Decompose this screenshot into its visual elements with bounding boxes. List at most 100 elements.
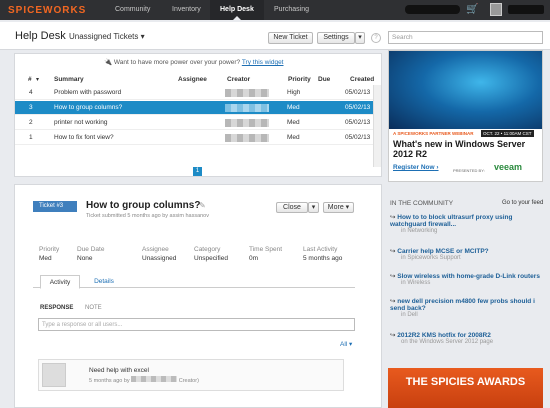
col-header-priority[interactable]: Priority bbox=[288, 76, 311, 83]
cart-icon[interactable]: 🛒 bbox=[466, 4, 478, 15]
settings-button[interactable]: Settings bbox=[317, 32, 355, 44]
row-priority: Med bbox=[287, 104, 300, 111]
spicies-awards-banner[interactable]: THE SPICIES AWARDS bbox=[388, 368, 543, 408]
table-scrollbar[interactable] bbox=[373, 85, 381, 167]
search-input[interactable]: Search bbox=[388, 31, 543, 44]
field-assignee[interactable]: Assignee Unassigned bbox=[142, 246, 176, 262]
help-icon[interactable]: ? bbox=[371, 33, 381, 43]
spiceworks-logo[interactable]: SPICEWORKS bbox=[8, 5, 86, 16]
field-label: Due Date bbox=[77, 246, 105, 253]
community-item-title[interactable]: How to to block ultrasurf proxy using wa… bbox=[390, 214, 512, 228]
field-due-date[interactable]: Due Date None bbox=[77, 246, 104, 262]
tabs-divider bbox=[33, 287, 355, 288]
field-last-activity: Last Activity 5 months ago bbox=[303, 246, 342, 262]
close-dropdown-button[interactable]: ▾ bbox=[308, 202, 319, 213]
row-summary: Problem with password bbox=[54, 89, 122, 96]
edit-pencil-icon[interactable]: ✎ bbox=[199, 201, 206, 210]
field-label: Last Activity bbox=[303, 246, 338, 253]
activity-item: Need help with excel 5 months ago by Cre… bbox=[38, 359, 344, 391]
community-item-title[interactable]: new dell precision m4800 few probs shoul… bbox=[390, 298, 535, 312]
field-label: Time Spent bbox=[249, 246, 282, 253]
note-tab[interactable]: NOTE bbox=[85, 305, 102, 311]
col-header-number[interactable]: # bbox=[28, 76, 32, 83]
close-button[interactable]: Close bbox=[276, 202, 308, 213]
promo-bar: 🔌 Want to have more power over your powe… bbox=[104, 58, 284, 66]
community-item-sub: in Wireless bbox=[401, 280, 431, 286]
community-item[interactable]: ↪ Slow wireless with home-grade D-Link r… bbox=[390, 272, 545, 286]
row-id: 2 bbox=[29, 119, 33, 126]
avatar[interactable] bbox=[490, 3, 502, 16]
reply-arrow-icon: ↪ bbox=[390, 298, 396, 305]
activity-filter[interactable]: All ▾ bbox=[340, 340, 352, 348]
community-item-title[interactable]: Carrier help MCSE or MCITP? bbox=[397, 248, 488, 255]
settings-label: Settings bbox=[323, 34, 349, 41]
reply-arrow-icon: ↪ bbox=[390, 214, 396, 221]
table-row[interactable]: 2 printer not working Med 05/02/13 bbox=[15, 116, 373, 130]
register-now-link[interactable]: Register Now › bbox=[393, 164, 439, 171]
ad-headline: What's new in Windows Server 2012 R2 bbox=[393, 139, 526, 159]
ad-tag: A SPICEWORKS PARTNER WEBINAR bbox=[393, 131, 474, 136]
field-time-spent[interactable]: Time Spent 0m bbox=[249, 246, 282, 262]
field-priority[interactable]: Priority Med bbox=[39, 246, 59, 262]
tab-details[interactable]: Details bbox=[86, 275, 122, 289]
community-title: IN THE COMMUNITY bbox=[390, 200, 454, 207]
promo-link[interactable]: Try this widget bbox=[242, 59, 284, 66]
row-id: 4 bbox=[29, 89, 33, 96]
col-header-assignee[interactable]: Assignee bbox=[178, 76, 207, 83]
tab-activity[interactable]: Activity bbox=[40, 275, 80, 289]
creator-redacted bbox=[225, 104, 269, 112]
activity-meta: 5 months ago by Creator) bbox=[89, 376, 199, 384]
row-id: 3 bbox=[29, 104, 33, 111]
view-selector[interactable]: Unassigned Tickets ▾ bbox=[69, 32, 145, 41]
activity-meta-prefix: 5 months ago by bbox=[89, 378, 130, 384]
community-item-sub: in Spiceworks Support bbox=[401, 255, 461, 261]
chevron-down-icon: ▾ bbox=[140, 32, 145, 41]
field-value: Unspecified bbox=[194, 255, 228, 262]
register-now-label: Register Now bbox=[393, 164, 435, 171]
community-item[interactable]: ↪ 2012R2 KMS hotfix for 2008R2 on the Win… bbox=[390, 331, 545, 345]
webinar-ad[interactable]: A SPICEWORKS PARTNER WEBINAR OCT. 22 • 1… bbox=[388, 50, 543, 182]
pagination-page[interactable]: 1 bbox=[193, 167, 202, 176]
promo-text: Want to have more power over your power? bbox=[113, 59, 241, 66]
more-label: More bbox=[327, 204, 344, 211]
nav-community[interactable]: Community bbox=[105, 0, 160, 20]
go-to-feed-link[interactable]: Go to your feed bbox=[502, 200, 543, 206]
more-button[interactable]: More ▾ bbox=[323, 202, 354, 213]
activity-filter-label: All bbox=[340, 341, 348, 348]
table-row[interactable]: 3 How to group columns? Med 05/02/13 bbox=[15, 101, 373, 115]
field-label: Assignee bbox=[142, 246, 169, 253]
row-priority: Med bbox=[287, 119, 300, 126]
community-item[interactable]: ↪ new dell precision m4800 few probs sho… bbox=[390, 297, 545, 318]
col-header-created[interactable]: Created bbox=[350, 76, 374, 83]
response-input[interactable]: Type a response or all users... bbox=[38, 318, 355, 331]
community-item[interactable]: ↪ Carrier help MCSE or MCITP? in Spicewor… bbox=[390, 247, 545, 261]
col-header-creator[interactable]: Creator bbox=[227, 76, 250, 83]
redacted-scribble-2 bbox=[508, 5, 544, 14]
settings-dropdown-button[interactable]: ▾ bbox=[355, 32, 365, 44]
nav-purchasing[interactable]: Purchasing bbox=[264, 0, 319, 20]
reply-arrow-icon: ↪ bbox=[390, 273, 396, 280]
response-tab[interactable]: RESPONSE bbox=[40, 305, 73, 311]
col-header-due[interactable]: Due bbox=[318, 76, 330, 83]
community-item-title[interactable]: 2012R2 KMS hotfix for 2008R2 bbox=[397, 332, 491, 339]
col-header-summary[interactable]: Summary bbox=[54, 76, 84, 83]
ticket-title: How to group columns? bbox=[86, 200, 201, 211]
community-item-sub: in Networking bbox=[401, 228, 438, 234]
field-value: Unassigned bbox=[142, 255, 177, 262]
new-ticket-button[interactable]: New Ticket bbox=[268, 32, 313, 44]
field-value: Med bbox=[39, 255, 52, 262]
creator-redacted bbox=[225, 119, 269, 127]
community-item-title[interactable]: Slow wireless with home-grade D-Link rou… bbox=[397, 273, 540, 280]
community-item[interactable]: ↪ How to to block ultrasurf proxy using … bbox=[390, 213, 545, 234]
ticket-number-badge: Ticket #3 bbox=[33, 201, 77, 212]
nav-inventory[interactable]: Inventory bbox=[162, 0, 211, 20]
table-row[interactable]: 4 Problem with password High 05/02/13 bbox=[15, 86, 373, 100]
ad-date: OCT. 22 • 11:00AM CST bbox=[481, 130, 534, 137]
top-nav-bar: SPICEWORKS Community Inventory Help Desk… bbox=[0, 0, 550, 20]
row-created: 05/02/13 bbox=[345, 89, 371, 96]
field-category[interactable]: Category Unspecified bbox=[194, 246, 228, 262]
table-row[interactable]: 1 How to fix font view? Med 05/02/13 bbox=[15, 131, 373, 145]
sort-icon[interactable]: ▾ bbox=[36, 76, 39, 83]
reply-arrow-icon: ↪ bbox=[390, 332, 396, 339]
nav-help-desk[interactable]: Help Desk bbox=[210, 0, 264, 20]
